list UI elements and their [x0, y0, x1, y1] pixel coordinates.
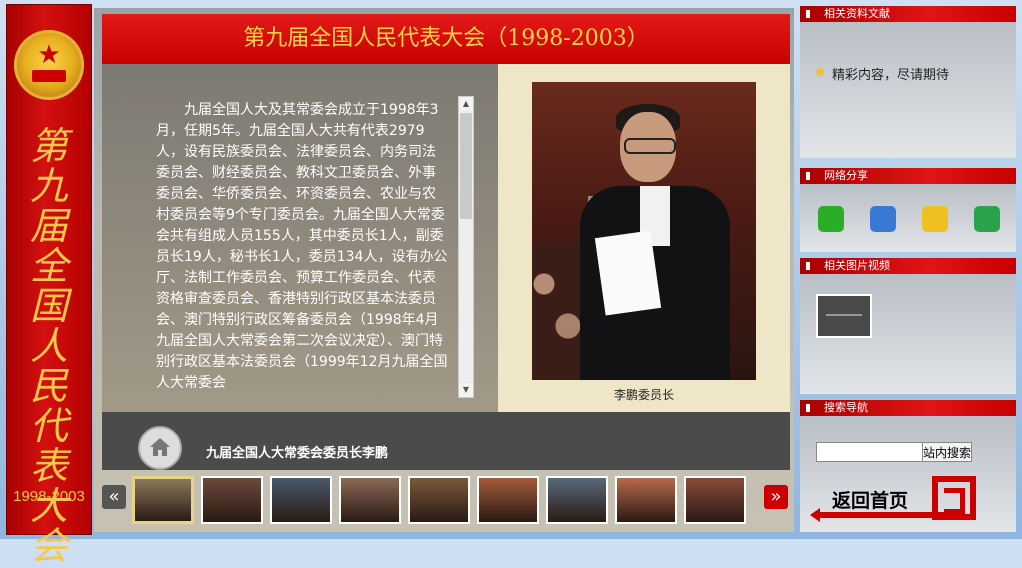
vertical-title-char: 国: [29, 284, 68, 328]
thumbnail-item[interactable]: [339, 476, 401, 524]
weibo-icon[interactable]: [922, 206, 948, 232]
search-input[interactable]: [816, 442, 924, 462]
bullet-icon: [816, 68, 824, 76]
thumbnail-strip: « »: [102, 474, 792, 530]
spiral-decoration-icon: [932, 476, 976, 520]
article-panel: 九届全国人大及其常委会成立于1998年3月，任期5年。九届全国人大共有代表297…: [102, 64, 498, 412]
docs-section-title: 相关资料文献: [824, 7, 890, 20]
media-section: 相关图片视频: [800, 258, 1016, 394]
speaker-glasses: [624, 138, 676, 154]
docs-section-header: 相关资料文献: [800, 6, 1016, 22]
vertical-title-char: 九: [29, 164, 68, 208]
thumbnail-item[interactable]: [408, 476, 470, 524]
media-section-header: 相关图片视频: [800, 258, 1016, 274]
main-content: 第九届全国人民代表大会（1998-2003） 九届全国人大及其常委会成立于199…: [94, 8, 794, 532]
vertical-title-char: 届: [29, 204, 68, 248]
header-accent: [806, 10, 810, 18]
thumbnail-prev-button[interactable]: «: [102, 485, 126, 509]
vertical-title-char: 民: [29, 364, 68, 408]
speech-paper: [594, 230, 662, 316]
vertical-title-char: 代: [29, 404, 68, 448]
thumbnail-item[interactable]: [201, 476, 263, 524]
scroll-down-arrow-icon[interactable]: ▼: [459, 383, 473, 397]
arrow-tip-icon: [810, 508, 820, 522]
docs-placeholder-text: 精彩内容，尽请期待: [832, 68, 950, 83]
thumbnail-item[interactable]: [684, 476, 746, 524]
thumbnail-next-button[interactable]: »: [764, 485, 788, 509]
article-scrollbar[interactable]: ▲ ▼: [458, 96, 474, 398]
photo-caption: 李鹏委员长: [613, 388, 674, 402]
search-section: 搜索导航 站内搜索 返回首页: [800, 400, 1016, 532]
photo-panel: 李鹏委员长: [498, 64, 790, 412]
subtitle-bar: 九届全国人大常委会委员长李鹏: [102, 412, 790, 470]
search-section-body: 站内搜索 返回首页: [800, 416, 1016, 532]
arrow-icon: [816, 512, 946, 518]
scroll-thumb[interactable]: [460, 113, 472, 219]
wechat-icon[interactable]: [818, 206, 844, 232]
vertical-title-char: 会: [29, 524, 68, 568]
thumbnail-item[interactable]: [477, 476, 539, 524]
media-section-title: 相关图片视频: [824, 259, 890, 272]
share-section-header: 网络分享: [800, 168, 1016, 184]
back-home-label: 返回首页: [832, 490, 909, 512]
media-section-body: [800, 274, 1016, 394]
vertical-title-char: 全: [29, 244, 68, 288]
national-emblem-icon: ★: [14, 30, 84, 100]
thumbnail-item[interactable]: [132, 476, 194, 524]
site-search-button[interactable]: 站内搜索: [922, 442, 972, 462]
share-section-title: 网络分享: [824, 169, 868, 182]
video-thumbnail[interactable]: [816, 294, 872, 338]
main-photo[interactable]: [532, 82, 756, 380]
share-section: 网络分享: [800, 168, 1016, 252]
share-section-body: [800, 184, 1016, 252]
docs-section: 相关资料文献 精彩内容，尽请期待: [800, 6, 1016, 158]
photo-subtitle: 九届全国人大常委会委员长李鹏: [206, 446, 389, 461]
search-section-header: 搜索导航: [800, 400, 1016, 416]
share-icon[interactable]: [974, 206, 1000, 232]
home-icon[interactable]: [138, 426, 182, 470]
vertical-title-char: 第: [29, 124, 68, 168]
header-accent: [806, 404, 810, 412]
gate-icon: [32, 70, 66, 82]
search-section-title: 搜索导航: [824, 401, 868, 414]
thumbnail-item[interactable]: [546, 476, 608, 524]
left-banner: ★ 第九届全国人民代表大会 1998-2003: [6, 4, 92, 566]
thumbnail-item[interactable]: [615, 476, 677, 524]
banner-years: 1998-2003: [13, 488, 85, 505]
qzone-icon[interactable]: [870, 206, 896, 232]
header-accent: [806, 172, 810, 180]
vertical-title-char: 人: [29, 324, 68, 368]
docs-section-body: 精彩内容，尽请期待: [800, 22, 1016, 158]
thumbnail-item[interactable]: [270, 476, 332, 524]
header-accent: [806, 262, 810, 270]
page-title: 第九届全国人民代表大会（1998-2003）: [243, 26, 649, 51]
back-home-link[interactable]: 返回首页: [810, 472, 986, 532]
vertical-title-char: 表: [29, 444, 68, 488]
title-bar: 第九届全国人民代表大会（1998-2003）: [102, 14, 790, 64]
article-text: 九届全国人大及其常委会成立于1998年3月，任期5年。九届全国人大共有代表297…: [156, 102, 448, 390]
scroll-up-arrow-icon[interactable]: ▲: [459, 97, 473, 111]
star-icon: ★: [37, 40, 61, 70]
